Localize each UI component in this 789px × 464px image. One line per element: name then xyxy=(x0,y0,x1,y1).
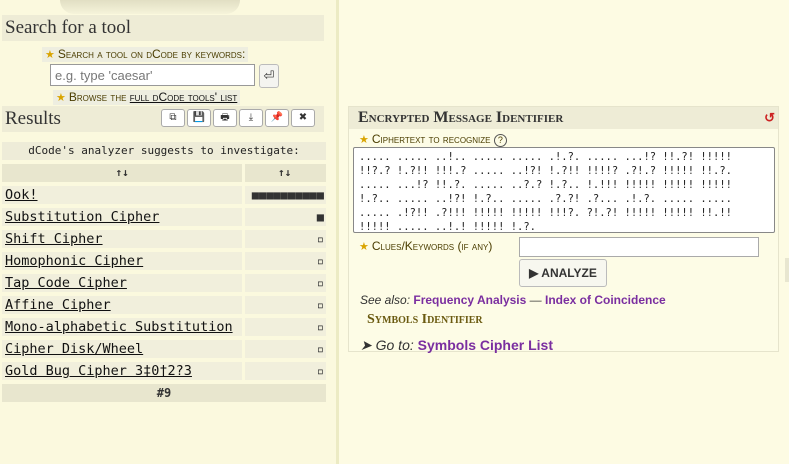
ciphertext-label-text: Ciphertext to recognize xyxy=(371,132,491,146)
goto-prefix: ➤ Go to: xyxy=(360,337,418,353)
result-link[interactable]: Gold Bug Cipher 3‡0†2?3 xyxy=(5,363,192,379)
scroll-handle[interactable] xyxy=(785,258,789,282)
ciphertext-label: ★ Ciphertext to recognize ? xyxy=(359,132,507,147)
see-also: See also: Frequency Analysis — Index of … xyxy=(360,293,666,307)
results-title-text: Results xyxy=(5,108,61,129)
clues-label: ★ Clues/Keywords (if any) xyxy=(359,239,492,253)
result-link[interactable]: Mono-alphabetic Substitution xyxy=(5,319,233,335)
table-row: Tap Code Cipher ▫ xyxy=(2,274,326,292)
result-score-cell: ▫ xyxy=(245,318,326,336)
search-tip: ★ Search a tool on dCode by keywords: xyxy=(42,47,249,62)
header-shadow xyxy=(60,0,240,14)
table-row: Gold Bug Cipher 3‡0†2?3 ▫ xyxy=(2,362,326,380)
result-score-cell: ▫ xyxy=(245,362,326,380)
result-link[interactable]: Shift Cipher xyxy=(5,231,103,247)
symbols-cipher-list-link[interactable]: Symbols Cipher List xyxy=(418,337,553,353)
frequency-analysis-link[interactable]: Frequency Analysis xyxy=(413,293,526,307)
table-row: Homophonic Cipher ▫ xyxy=(2,252,326,270)
clues-input[interactable] xyxy=(519,237,759,257)
goto-line: ➤ Go to: Symbols Cipher List xyxy=(360,337,553,354)
star-icon: ★ xyxy=(359,241,369,253)
sort-name-button[interactable]: ↑↓ xyxy=(2,164,243,182)
close-icon[interactable]: ✖ xyxy=(291,109,315,127)
save-icon[interactable]: 💾 xyxy=(187,109,211,127)
browse-tools-link[interactable]: full dCode tools' list xyxy=(130,90,238,104)
browse-tip: ★ Browse the full dCode tools' list xyxy=(53,90,241,105)
print-icon[interactable]: 🖶 xyxy=(213,109,237,127)
result-name-cell: Ook! xyxy=(2,186,243,204)
search-submit-button[interactable]: ⏎ xyxy=(259,64,279,88)
result-score-cell: ▫ xyxy=(245,230,326,248)
search-input[interactable] xyxy=(50,64,255,86)
symbols-identifier-link[interactable]: Symbols Identifier xyxy=(367,312,483,328)
result-name-cell: Substitution Cipher xyxy=(2,208,243,226)
table-row: Shift Cipher ▫ xyxy=(2,230,326,248)
result-link[interactable]: Ook! xyxy=(5,187,38,203)
result-name-cell: Gold Bug Cipher 3‡0†2?3 xyxy=(2,362,243,380)
panel-title-text: Encrypted Message Identifier xyxy=(358,109,564,126)
result-name-cell: Cipher Disk/Wheel xyxy=(2,340,243,358)
result-score-cell: ▫ xyxy=(245,274,326,292)
table-row: Mono-alphabetic Substitution ▫ xyxy=(2,318,326,336)
search-section-title: Search for a tool xyxy=(2,15,324,41)
download-icon[interactable]: ⤓ xyxy=(239,109,263,127)
reload-icon[interactable]: ↺ xyxy=(764,107,775,129)
result-score-cell: ■ xyxy=(245,208,326,226)
result-link[interactable]: Homophonic Cipher xyxy=(5,253,143,269)
star-icon: ★ xyxy=(45,49,55,61)
encrypted-message-identifier-panel: Encrypted Message Identifier ↺ ★ Cipherte… xyxy=(348,106,779,354)
table-row: Cipher Disk/Wheel ▫ xyxy=(2,340,326,358)
result-name-cell: Tap Code Cipher xyxy=(2,274,243,292)
index-of-coincidence-link[interactable]: Index of Coincidence xyxy=(545,293,666,307)
see-also-prefix: See also: xyxy=(360,293,414,307)
result-link[interactable]: Tap Code Cipher xyxy=(5,275,127,291)
pin-icon[interactable]: 📌 xyxy=(265,109,289,127)
result-name-cell: Mono-alphabetic Substitution xyxy=(2,318,243,336)
result-score-cell: ▫ xyxy=(245,252,326,270)
panel-title: Encrypted Message Identifier ↺ xyxy=(349,107,778,129)
clues-label-text: Clues/Keywords (if any) xyxy=(371,239,493,253)
help-icon[interactable]: ? xyxy=(493,134,507,147)
result-name-cell: Affine Cipher xyxy=(2,296,243,314)
table-row: Substitution Cipher ■ xyxy=(2,208,326,226)
search-tip-label: Search a tool on dCode by keywords: xyxy=(57,47,246,61)
result-score-cell: ▫ xyxy=(245,340,326,358)
results-toolbar: ⧉ 💾 🖶 ⤓ 📌 ✖ xyxy=(161,109,315,127)
analyze-button[interactable]: ▶ ANALYZE xyxy=(519,259,607,287)
browse-prefix: Browse the xyxy=(68,90,130,104)
results-pager[interactable]: #9 xyxy=(2,384,326,402)
sort-score-button[interactable]: ↑↓ xyxy=(245,164,326,182)
result-link[interactable]: Cipher Disk/Wheel xyxy=(5,341,143,357)
star-icon: ★ xyxy=(359,134,369,146)
result-score-cell: ■■■■■■■■■■ xyxy=(245,186,326,204)
star-icon: ★ xyxy=(56,92,66,104)
result-link[interactable]: Affine Cipher xyxy=(5,297,111,313)
sidebar: Search for a tool ★ Search a tool on dCod… xyxy=(0,0,339,464)
results-table: dCode's analyzer suggests to investigate… xyxy=(2,142,326,402)
see-also-separator: — xyxy=(526,293,545,307)
table-row: Ook! ■■■■■■■■■■ xyxy=(2,186,326,204)
copy-icon[interactable]: ⧉ xyxy=(161,109,185,127)
result-link[interactable]: Substitution Cipher xyxy=(5,209,159,225)
ciphertext-textarea[interactable]: ..... ..... ..!.. ..... ..... .!.?. ....… xyxy=(353,147,775,233)
result-name-cell: Homophonic Cipher xyxy=(2,252,243,270)
sort-row: ↑↓ ↑↓ xyxy=(2,164,326,182)
result-score-cell: ▫ xyxy=(245,296,326,314)
result-name-cell: Shift Cipher xyxy=(2,230,243,248)
analyzer-header: dCode's analyzer suggests to investigate… xyxy=(2,142,326,160)
table-row: Affine Cipher ▫ xyxy=(2,296,326,314)
